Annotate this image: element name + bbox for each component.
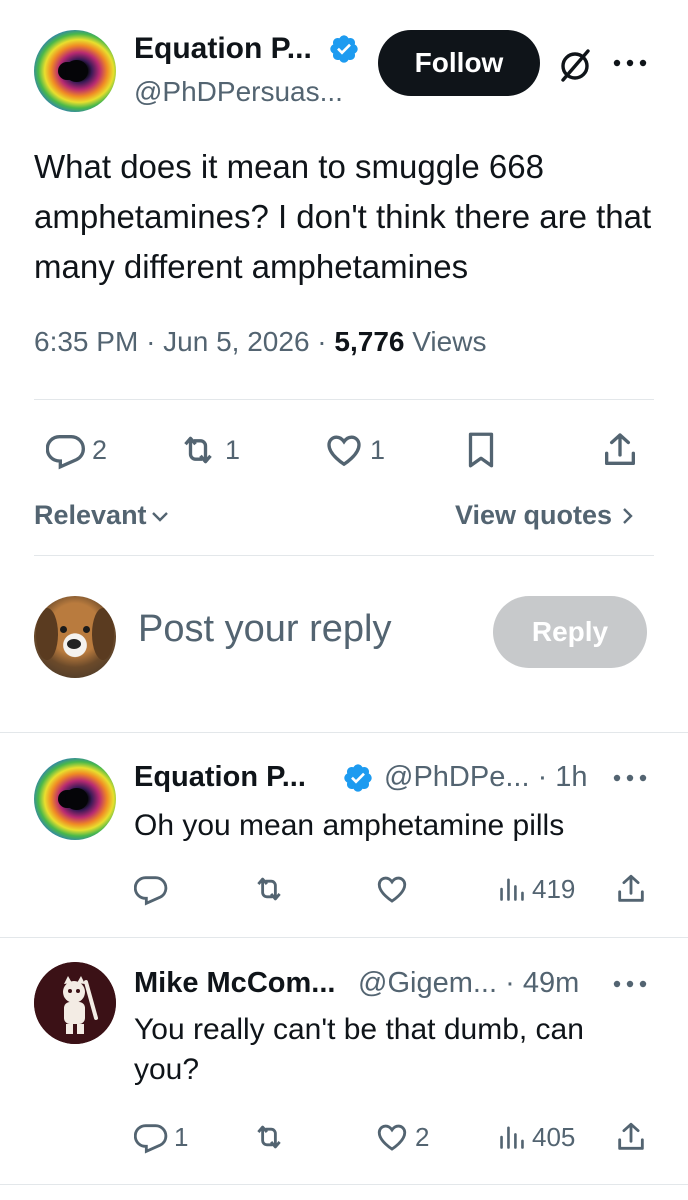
reply-author-handle[interactable]: @PhDPe... · 1h [384, 761, 588, 794]
bookmark-action[interactable] [463, 430, 499, 470]
reply-author-name[interactable]: Mike McCom... [134, 967, 335, 1000]
repost-action[interactable] [249, 872, 289, 906]
repost-icon [184, 436, 212, 464]
reply-author-handle[interactable]: @Gigem... · 49m [358, 967, 579, 1000]
sort-dropdown[interactable]: Relevant [34, 500, 171, 531]
reply-input[interactable]: Post your reply [138, 608, 391, 651]
author-avatar[interactable] [34, 30, 116, 112]
repost-icon [257, 877, 281, 901]
reply-action[interactable]: 1 [134, 1120, 188, 1154]
repost-action[interactable]: 1 [175, 430, 240, 470]
dog-eye-right [83, 626, 90, 633]
reply-time: 49m [522, 967, 580, 999]
share-action[interactable] [600, 430, 640, 470]
grok-icon[interactable] [555, 45, 595, 85]
sort-label: Relevant [34, 500, 147, 530]
author-name[interactable]: Equation P... [134, 32, 312, 66]
verified-badge-icon [344, 764, 372, 792]
reply-icon [134, 876, 168, 906]
like-action[interactable] [373, 872, 411, 906]
reply-author-avatar[interactable] [34, 962, 116, 1044]
reply-action[interactable] [134, 872, 170, 906]
heart-icon [377, 1124, 407, 1151]
reply-author-avatar[interactable] [34, 758, 116, 840]
repost-action[interactable] [249, 1120, 289, 1154]
dog-nose [67, 639, 81, 649]
reply-button[interactable]: Reply [493, 596, 647, 668]
reply-count: 1 [174, 1121, 189, 1152]
view-quotes-link[interactable]: View quotes [455, 500, 638, 531]
dog-ear-left [36, 608, 58, 660]
reply-icon [134, 1124, 168, 1154]
reply-time: 1h [555, 761, 588, 793]
post-date[interactable]: Jun 5, 2026 [163, 326, 309, 357]
like-count: 1 [370, 434, 386, 465]
share-icon [618, 874, 644, 902]
post-meta: 6:35 PM · Jun 5, 2026 · 5,776 Views [34, 326, 487, 357]
author-handle[interactable]: @PhDPersuas... [134, 76, 343, 108]
reply-count: 2 [92, 434, 108, 465]
reply-handle-text: @PhDPe... [384, 761, 530, 793]
share-action[interactable] [614, 872, 648, 906]
views-action[interactable]: 419 [496, 872, 575, 906]
like-action[interactable]: 1 [322, 430, 385, 470]
views-count: 419 [532, 873, 576, 904]
more-options-icon[interactable] [612, 55, 648, 71]
repost-icon [257, 1125, 281, 1149]
verified-badge-icon [330, 35, 358, 63]
views-action[interactable]: 405 [496, 1120, 575, 1154]
heart-icon [377, 876, 407, 903]
reply-author-name[interactable]: Equation P... [134, 761, 306, 794]
like-count: 2 [415, 1121, 430, 1152]
analytics-icon [500, 878, 524, 901]
heart-icon [327, 435, 361, 467]
reply-text: Oh you mean amphetamine pills [134, 809, 565, 842]
chevron-right-icon [623, 507, 633, 524]
user-avatar[interactable] [34, 596, 116, 678]
reply-text: You really can't be that dumb, can you? [134, 1013, 584, 1086]
dog-eye-left [60, 626, 67, 633]
follow-button[interactable]: Follow [378, 30, 540, 96]
share-icon [605, 433, 635, 465]
divider [0, 1184, 688, 1185]
reply-icon [46, 435, 86, 470]
view-quotes-label: View quotes [455, 500, 613, 530]
views-count: 405 [532, 1121, 576, 1152]
more-options-icon[interactable] [612, 976, 648, 992]
reply-handle-text: @Gigem... [358, 967, 498, 999]
reply-action[interactable]: 2 [46, 430, 107, 470]
dog-ear-right [92, 608, 114, 660]
post-text: What does it mean to smuggle 668 ampheta… [34, 148, 652, 285]
divider [0, 937, 688, 938]
more-options-icon[interactable] [612, 770, 648, 786]
mascot-logo-icon [34, 962, 116, 1044]
divider [34, 399, 654, 400]
bookmark-icon [468, 432, 494, 468]
repost-count: 1 [225, 434, 241, 465]
post-time[interactable]: 6:35 PM [34, 326, 138, 357]
divider [34, 555, 654, 556]
like-action[interactable]: 2 [373, 1120, 429, 1154]
analytics-icon [500, 1126, 524, 1149]
divider [0, 732, 688, 733]
chevron-down-icon [151, 511, 168, 522]
share-action[interactable] [614, 1120, 648, 1154]
share-icon [618, 1122, 644, 1150]
views-label: Views [412, 326, 487, 357]
views-count: 5,776 [334, 326, 405, 357]
